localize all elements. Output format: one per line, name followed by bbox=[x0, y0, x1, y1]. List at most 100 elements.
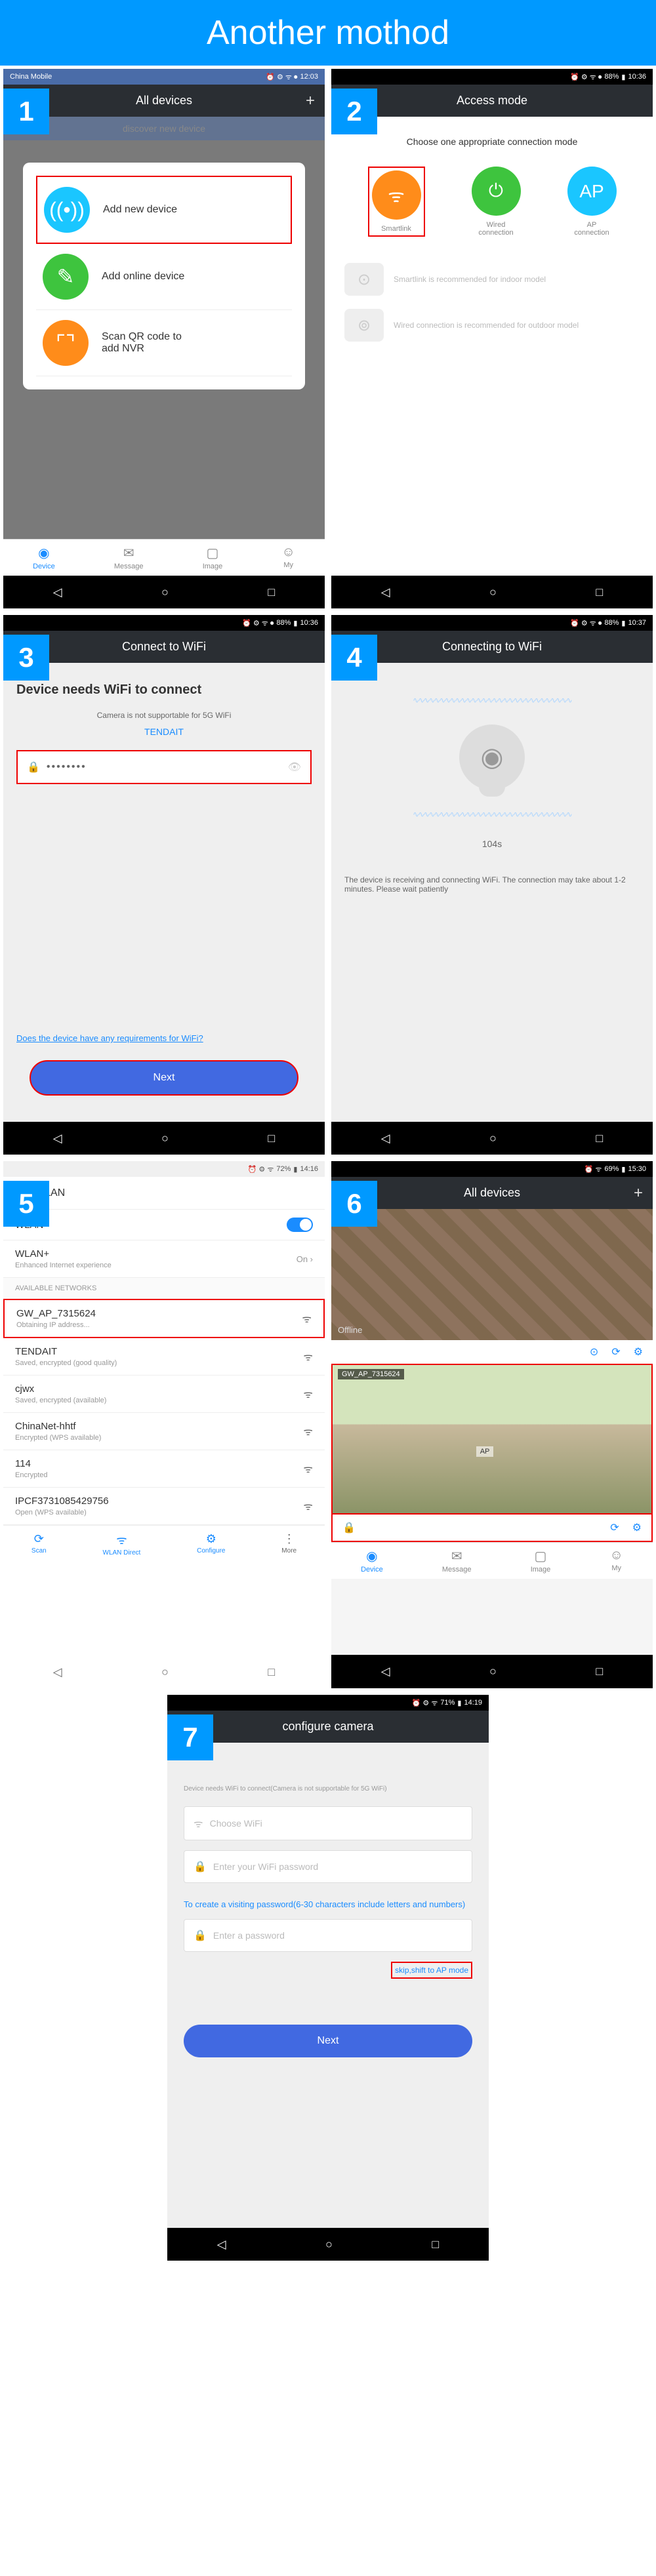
settings-icon[interactable]: ⚙ bbox=[634, 1345, 643, 1358]
status-icons: ⏰ ⚙ ᯤ 72% ▮ 14:16 bbox=[248, 1164, 318, 1174]
camera-feed-active[interactable]: GW_AP_7315624 AP bbox=[331, 1364, 653, 1515]
location-icon[interactable]: ⊙ bbox=[590, 1345, 598, 1358]
lock-icon: 🔒 bbox=[27, 761, 40, 774]
reload-icon[interactable]: ⟳ bbox=[611, 1345, 620, 1358]
tab-device[interactable]: ◉Device bbox=[361, 1548, 383, 1574]
settings-header: ☰ WLAN bbox=[3, 1177, 325, 1210]
choose-wifi-input[interactable]: ᯤ Choose WiFi bbox=[184, 1806, 472, 1840]
wifi-requirements-link[interactable]: Does the device have any requirements fo… bbox=[16, 1033, 203, 1043]
password-input[interactable]: 🔒 •••••••• 👁 bbox=[16, 750, 312, 784]
indoor-camera-icon: ⊙ bbox=[344, 263, 384, 296]
next-button[interactable]: Next bbox=[184, 2025, 472, 2057]
network-row[interactable]: ChinaNet-hhtfEncrypted (WPS available) ᯤ bbox=[3, 1413, 325, 1450]
more-button[interactable]: ⋮More bbox=[281, 1532, 297, 1556]
recent-nav-icon[interactable]: □ bbox=[596, 1665, 603, 1678]
add-new-device-item[interactable]: ((•)) Add new device bbox=[36, 176, 292, 244]
visiting-password-input[interactable]: 🔒 Enter a password bbox=[184, 1919, 472, 1952]
back-nav-icon[interactable]: ◁ bbox=[53, 1132, 62, 1145]
section-header: AVAILABLE NETWORKS bbox=[3, 1278, 325, 1299]
recent-nav-icon[interactable]: □ bbox=[268, 1665, 275, 1679]
network-row[interactable]: cjwxSaved, encrypted (available) ᯤ bbox=[3, 1376, 325, 1413]
recent-nav-icon[interactable]: □ bbox=[432, 2238, 439, 2251]
recent-nav-icon[interactable]: □ bbox=[596, 585, 603, 599]
app-header: ‹ All devices + bbox=[3, 85, 325, 117]
wifi-name[interactable]: TENDAIT bbox=[16, 726, 312, 737]
wired-mode[interactable]: ⏻ Wiredconnection bbox=[472, 167, 521, 237]
step-badge-7: 7 bbox=[167, 1714, 213, 1760]
reload-icon[interactable]: ⟳ bbox=[610, 1521, 619, 1534]
recent-nav-icon[interactable]: □ bbox=[596, 1132, 603, 1145]
network-row[interactable]: TENDAITSaved, encrypted (good quality) ᯤ bbox=[3, 1338, 325, 1376]
back-nav-icon[interactable]: ◁ bbox=[217, 2238, 226, 2251]
title-text: Device needs WiFi to connect bbox=[16, 683, 312, 698]
row-1: 1 China Mobile ⏰ ⚙ ᯤ ⏺ 12:03 ‹ All devic… bbox=[0, 66, 656, 612]
network-name: 114 bbox=[15, 1458, 31, 1469]
instruction-text: Choose one appropriate connection mode bbox=[344, 136, 640, 147]
header-title: Connecting to WiFi bbox=[442, 640, 542, 654]
home-nav-icon[interactable]: ○ bbox=[325, 2238, 333, 2251]
add-icon[interactable]: + bbox=[306, 92, 315, 110]
settings-icon[interactable]: ⚙ bbox=[632, 1521, 642, 1534]
ap-mode[interactable]: AP APconnection bbox=[567, 167, 617, 237]
discover-banner[interactable]: discover new device bbox=[3, 117, 325, 140]
app-header: ‹ Access mode bbox=[331, 85, 653, 117]
wifi-signal-icon: ᯤ bbox=[303, 1387, 313, 1401]
screen-2: 2 ⏰ ⚙ ᯤ ⏺ 88% ▮ 10:36 ‹ Access mode Choo… bbox=[331, 69, 653, 608]
back-nav-icon[interactable]: ◁ bbox=[381, 1665, 390, 1678]
wave-graphic: ∿∿∿∿∿∿∿∿∿∿∿∿∿∿∿∿∿∿∿∿∿∿∿∿∿∿∿∿∿∿ bbox=[344, 810, 640, 819]
home-nav-icon[interactable]: ○ bbox=[161, 1132, 169, 1145]
back-nav-icon[interactable]: ◁ bbox=[53, 1665, 62, 1679]
smartlink-mode[interactable]: ᯤ Smartlink bbox=[368, 167, 425, 237]
home-nav-icon[interactable]: ○ bbox=[161, 585, 169, 599]
screen-1: 1 China Mobile ⏰ ⚙ ᯤ ⏺ 12:03 ‹ All devic… bbox=[3, 69, 325, 608]
tab-message[interactable]: ✉Message bbox=[114, 545, 144, 570]
device-icon: ◉ bbox=[361, 1548, 383, 1564]
countdown-text: 104s bbox=[344, 839, 640, 849]
home-nav-icon[interactable]: ○ bbox=[489, 1665, 497, 1678]
skip-ap-mode-link[interactable]: skip,shift to AP mode bbox=[391, 1962, 472, 1979]
network-row-selected[interactable]: GW_AP_7315624Obtaining IP address... ᯤ bbox=[3, 1299, 325, 1338]
wlan-toggle[interactable] bbox=[287, 1218, 313, 1232]
home-nav-icon[interactable]: ○ bbox=[489, 585, 497, 599]
broadcast-icon: ((•)) bbox=[44, 187, 90, 233]
recent-nav-icon[interactable]: □ bbox=[268, 1132, 275, 1145]
home-nav-icon[interactable]: ○ bbox=[161, 1665, 169, 1679]
network-name: GW_AP_7315624 bbox=[16, 1308, 96, 1319]
wlan-direct-button[interactable]: ᯤWLAN Direct bbox=[103, 1532, 141, 1556]
device-icon: ◉ bbox=[33, 545, 55, 561]
tab-image[interactable]: ▢Image bbox=[203, 545, 223, 570]
user-icon: ☺ bbox=[281, 545, 295, 560]
app-header: ‹ Connect to WiFi bbox=[3, 631, 325, 663]
back-nav-icon[interactable]: ◁ bbox=[53, 585, 62, 599]
wlanplus-sub: Enhanced Internet experience bbox=[15, 1261, 112, 1269]
network-row[interactable]: 114Encrypted ᯤ bbox=[3, 1450, 325, 1488]
wlan-plus-row[interactable]: WLAN+Enhanced Internet experience On › bbox=[3, 1240, 325, 1278]
scan-qr-item[interactable]: ⌜⌝ Scan QR code toadd NVR bbox=[36, 310, 292, 376]
add-online-device-item[interactable]: ✎ Add online device bbox=[36, 244, 292, 310]
home-nav-icon[interactable]: ○ bbox=[489, 1132, 497, 1145]
scan-button[interactable]: ⟳Scan bbox=[31, 1532, 47, 1556]
screen-body: 📎 130 Offline ⊙ ⟳ ⚙ GW_AP_7315624 AP 🔒 ⟳… bbox=[331, 1209, 653, 1655]
wave-graphic: ∿∿∿∿∿∿∿∿∿∿∿∿∿∿∿∿∿∿∿∿∿∿∿∿∿∿∿∿∿∿ bbox=[344, 696, 640, 705]
lock-icon[interactable]: 🔒 bbox=[342, 1521, 356, 1534]
tab-message[interactable]: ✉Message bbox=[442, 1548, 472, 1574]
next-button[interactable]: Next bbox=[30, 1060, 298, 1096]
tab-my[interactable]: ☺My bbox=[609, 1548, 623, 1574]
camera-feed-offline[interactable]: 📎 130 Offline bbox=[331, 1209, 653, 1340]
configure-button[interactable]: ⚙Configure bbox=[197, 1532, 225, 1556]
wifi-password-input[interactable]: 🔒 Enter your WiFi password bbox=[184, 1850, 472, 1883]
screen-body: Device needs WiFi to connect(Camera is n… bbox=[167, 1743, 489, 2228]
add-icon[interactable]: + bbox=[634, 1184, 643, 1202]
info-text: Wired connection is recommended for outd… bbox=[394, 321, 640, 330]
tab-device[interactable]: ◉Device bbox=[33, 545, 55, 570]
tab-my[interactable]: ☺My bbox=[281, 545, 295, 570]
tab-image[interactable]: ▢Image bbox=[531, 1548, 551, 1574]
step-badge-6: 6 bbox=[331, 1181, 377, 1227]
network-row[interactable]: IPCF3731085429756Open (WPS available) ᯤ bbox=[3, 1488, 325, 1525]
eye-icon[interactable]: 👁 bbox=[288, 761, 301, 774]
page-title: Another mothod bbox=[0, 0, 656, 66]
recent-nav-icon[interactable]: □ bbox=[268, 585, 275, 599]
app-header: ‹ Connecting to WiFi bbox=[331, 631, 653, 663]
back-nav-icon[interactable]: ◁ bbox=[381, 1132, 390, 1145]
back-nav-icon[interactable]: ◁ bbox=[381, 585, 390, 599]
